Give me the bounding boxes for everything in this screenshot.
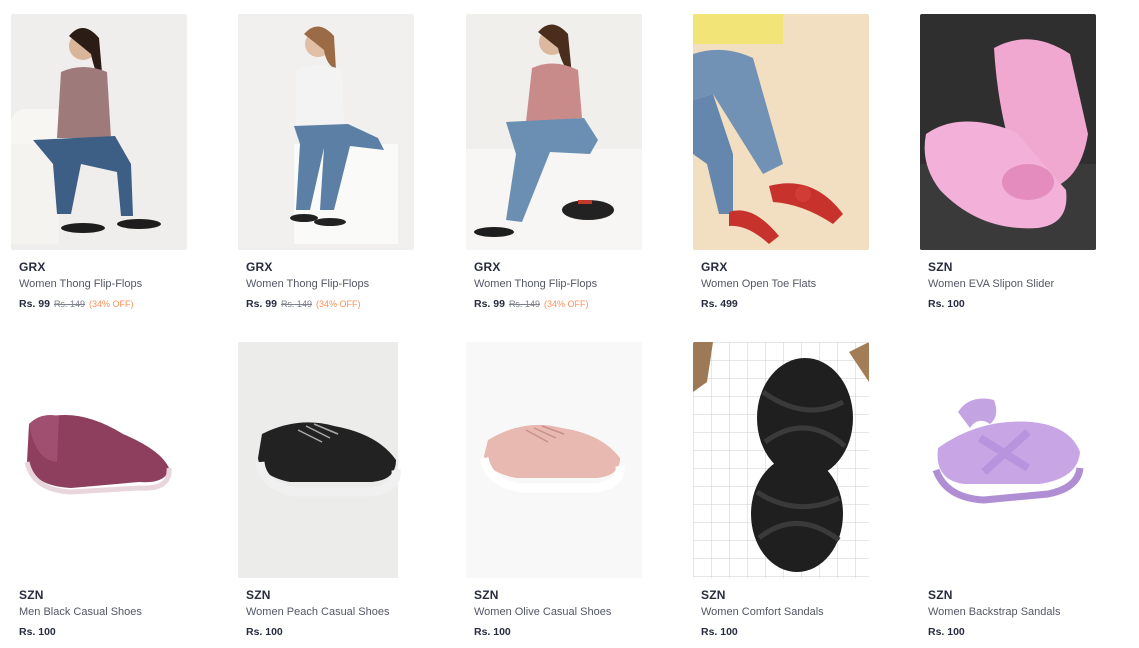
product-brand: GRX [701, 260, 728, 274]
product-price: Rs. 499 [701, 298, 738, 310]
product-price-row: Rs. 99 Rs. 149 (34% OFF) [19, 298, 133, 310]
product-price: Rs. 99 [19, 298, 50, 310]
product-price: Rs. 100 [19, 626, 56, 638]
product-brand: SZN [928, 260, 953, 274]
product-mrp: Rs. 149 [508, 299, 540, 309]
product-price-row: Rs. 100 [19, 626, 56, 638]
product-image[interactable] [693, 342, 869, 578]
product-name: Women Thong Flip-Flops [19, 278, 143, 290]
product-brand: SZN [474, 588, 499, 602]
product-brand: GRX [246, 260, 273, 274]
product-price-row: Rs. 100 [474, 626, 511, 638]
product-image[interactable] [238, 14, 414, 250]
product-card[interactable]: GRX Women Open Toe Flats Rs. 499 [693, 14, 871, 314]
product-card[interactable]: SZN Women Backstrap Sandals Rs. 100 [920, 342, 1098, 642]
product-brand: GRX [19, 260, 46, 274]
product-image[interactable] [466, 342, 642, 578]
product-card[interactable]: SZN Women EVA Slipon Slider Rs. 100 [920, 14, 1098, 314]
product-image[interactable] [11, 14, 187, 250]
product-image[interactable] [693, 14, 869, 250]
product-card[interactable]: GRX Women Thong Flip-Flops Rs. 99 Rs. 149… [466, 14, 644, 314]
product-grid: GRX Women Thong Flip-Flops Rs. 99 Rs. 149… [0, 0, 1139, 648]
product-card[interactable]: GRX Women Thong Flip-Flops Rs. 99 Rs. 149… [11, 14, 189, 314]
product-card[interactable]: SZN Men Black Casual Shoes Rs. 100 [11, 342, 189, 642]
product-price-row: Rs. 499 [701, 298, 738, 310]
product-brand: SZN [701, 588, 726, 602]
product-card[interactable]: SZN Women Peach Casual Shoes Rs. 100 [238, 342, 416, 642]
product-price-row: Rs. 100 [928, 626, 965, 638]
product-card[interactable]: GRX Women Thong Flip-Flops Rs. 99 Rs. 149… [238, 14, 416, 314]
product-name: Women Olive Casual Shoes [474, 606, 612, 618]
product-price: Rs. 100 [928, 298, 965, 310]
product-price-row: Rs. 99 Rs. 149 (34% OFF) [246, 298, 360, 310]
product-name: Women Peach Casual Shoes [246, 606, 390, 618]
product-image[interactable] [920, 342, 1096, 578]
product-discount: (34% OFF) [88, 299, 134, 309]
product-card[interactable]: SZN Women Comfort Sandals Rs. 100 [693, 342, 871, 642]
product-image[interactable] [920, 14, 1096, 250]
product-price-row: Rs. 100 [246, 626, 283, 638]
product-discount: (34% OFF) [315, 299, 361, 309]
product-brand: SZN [928, 588, 953, 602]
product-brand: SZN [19, 588, 44, 602]
product-image[interactable] [466, 14, 642, 250]
product-price-row: Rs. 100 [928, 298, 965, 310]
product-brand: SZN [246, 588, 271, 602]
product-price-row: Rs. 100 [701, 626, 738, 638]
product-name: Women Comfort Sandals [701, 606, 824, 618]
product-price: Rs. 100 [246, 626, 283, 638]
product-mrp: Rs. 149 [280, 299, 312, 309]
product-name: Women EVA Slipon Slider [928, 278, 1055, 290]
product-price: Rs. 100 [701, 626, 738, 638]
product-brand: GRX [474, 260, 501, 274]
product-price: Rs. 100 [928, 626, 965, 638]
product-price: Rs. 100 [474, 626, 511, 638]
product-name: Women Backstrap Sandals [928, 606, 1061, 618]
product-name: Women Thong Flip-Flops [474, 278, 598, 290]
product-card[interactable]: SZN Women Olive Casual Shoes Rs. 100 [466, 342, 644, 642]
product-image[interactable] [11, 342, 187, 578]
product-price-row: Rs. 99 Rs. 149 (34% OFF) [474, 298, 588, 310]
product-image[interactable] [238, 342, 414, 578]
product-name: Women Thong Flip-Flops [246, 278, 370, 290]
product-name: Men Black Casual Shoes [19, 606, 142, 618]
product-name: Women Open Toe Flats [701, 278, 817, 290]
product-discount: (34% OFF) [543, 299, 589, 309]
product-mrp: Rs. 149 [53, 299, 85, 309]
product-price: Rs. 99 [474, 298, 505, 310]
product-price: Rs. 99 [246, 298, 277, 310]
